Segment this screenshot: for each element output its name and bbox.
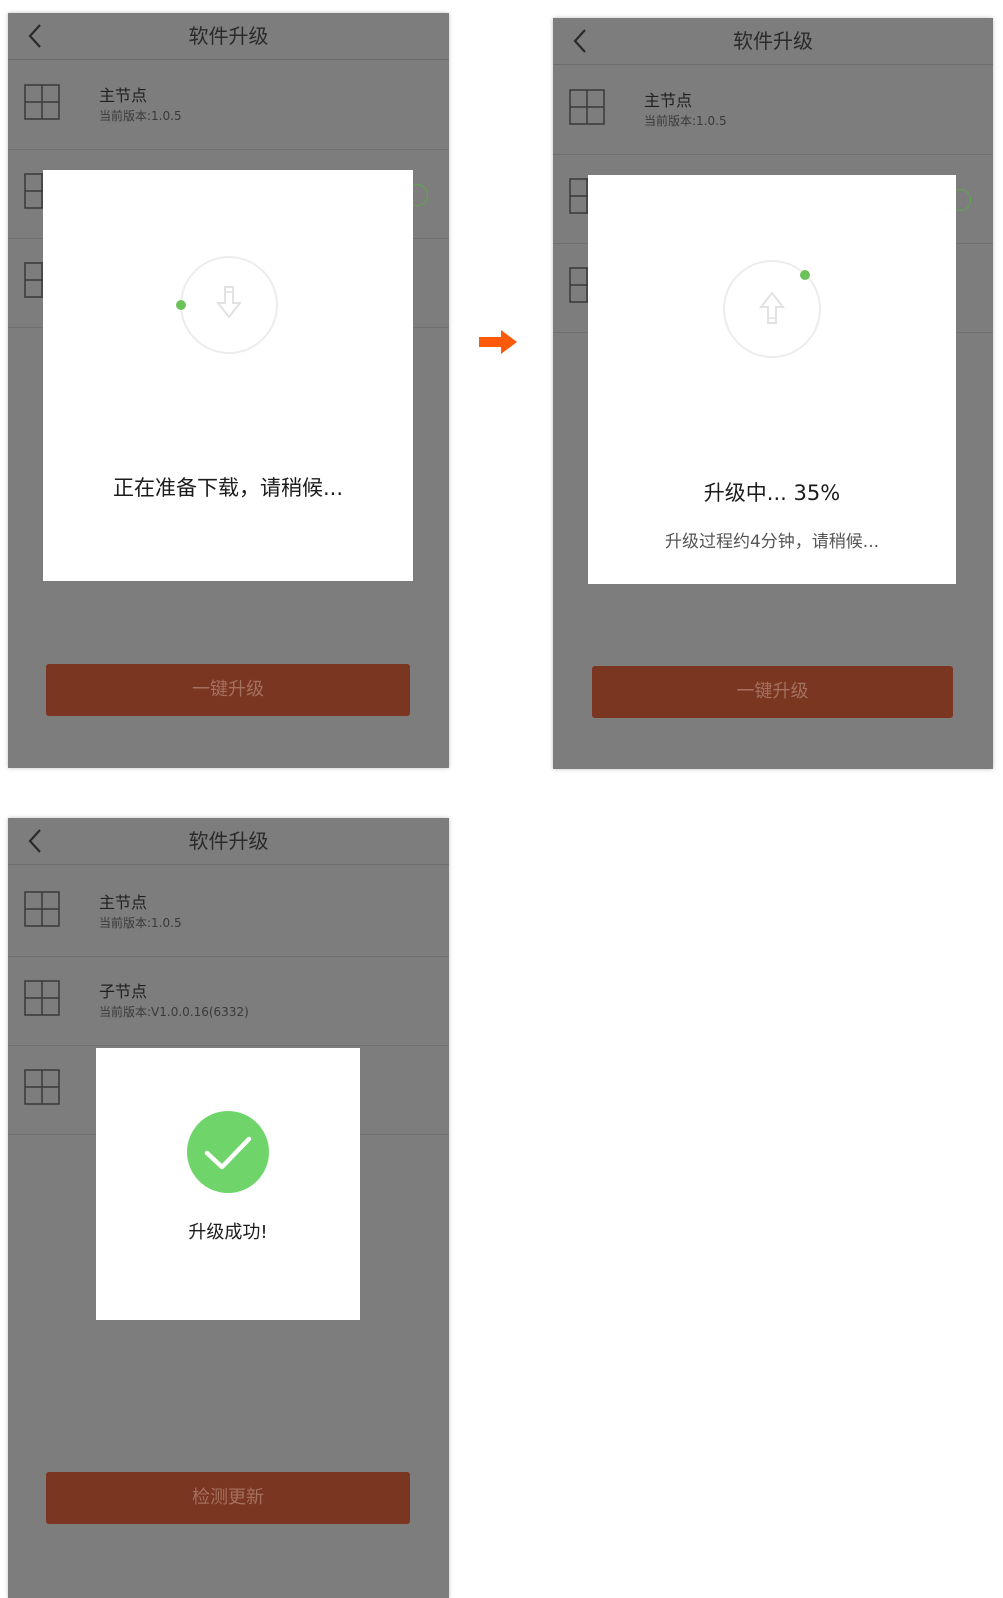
device-name: 主节点 [99, 893, 148, 912]
one-click-upgrade-button[interactable]: 一键升级 [46, 664, 410, 716]
grid-icon [24, 84, 60, 120]
progress-dialog: 升级中... 35% 升级过程约4分钟，请稍候... [588, 175, 956, 584]
success-badge [187, 1111, 269, 1193]
device-version: 当前版本:V1.0.0.16(6332) [99, 1005, 249, 1019]
nav-bar: 软件升级 [8, 13, 449, 60]
page-title: 软件升级 [733, 29, 813, 53]
device-version: 当前版本:1.0.5 [99, 109, 182, 123]
list-item[interactable]: 子节点 当前版本:V1.0.0.16(6332) [8, 956, 449, 1046]
upload-arrow-icon [758, 291, 786, 324]
success-dialog: 升级成功! [96, 1048, 360, 1320]
list-item[interactable]: 主节点 当前版本:1.0.5 [553, 65, 993, 155]
screen-preparing: 软件升级 主节点 当前版本:1.0.5 正在准备下载，请稍候... 一键升级 [8, 13, 449, 768]
device-name: 主节点 [99, 86, 148, 105]
list-item[interactable]: 主节点 当前版本:1.0.5 [8, 60, 449, 150]
dialog-subtext: 升级过程约4分钟，请稍候... [664, 532, 880, 552]
progress-dot [800, 270, 810, 280]
screen-upgrading: 软件升级 主节点 当前版本:1.0.5 升级中... 35% 升级过程约4分钟，… [553, 18, 993, 769]
grid-icon [24, 1069, 60, 1105]
grid-icon [24, 891, 60, 927]
screen-success: 软件升级 主节点 当前版本:1.0.5 子节点 当前版本:V1.0.0.16(6… [8, 818, 449, 1598]
page-title: 软件升级 [188, 24, 269, 48]
one-click-upgrade-button[interactable]: 一键升级 [592, 666, 953, 718]
device-name: 子节点 [99, 982, 148, 1001]
progress-dialog: 正在准备下载，请稍候... [43, 170, 413, 581]
download-arrow-icon [215, 286, 243, 319]
device-version: 当前版本:1.0.5 [644, 114, 727, 128]
dialog-message: 正在准备下载，请稍候... [112, 476, 344, 500]
nav-bar: 软件升级 [8, 818, 449, 865]
progress-dot [176, 300, 186, 310]
page-title: 软件升级 [188, 829, 269, 853]
right-arrow-icon [479, 330, 517, 354]
dialog-message: 升级中... 35% [703, 481, 841, 505]
grid-icon [24, 980, 60, 1016]
device-name: 主节点 [644, 91, 693, 110]
grid-icon [569, 89, 605, 125]
list-item[interactable]: 主节点 当前版本:1.0.5 [8, 867, 449, 957]
check-update-button[interactable]: 检测更新 [46, 1472, 410, 1524]
dialog-message: 升级成功! [188, 1222, 268, 1243]
device-version: 当前版本:1.0.5 [99, 916, 182, 930]
nav-bar: 软件升级 [553, 18, 993, 65]
check-icon [204, 1136, 252, 1170]
